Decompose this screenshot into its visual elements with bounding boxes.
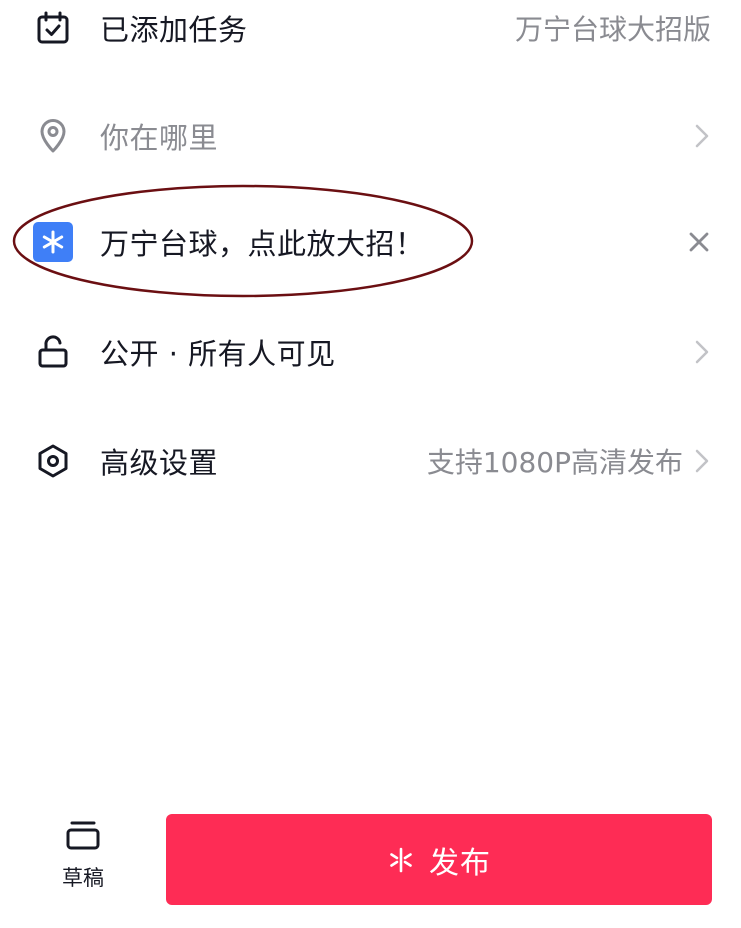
chevron-right-icon xyxy=(695,449,709,473)
promo-label: 万宁台球，点此放大招！ xyxy=(100,227,425,261)
draft-label: 草稿 xyxy=(62,866,104,890)
draft-button[interactable]: 草稿 xyxy=(48,818,118,904)
promo-close-button[interactable] xyxy=(687,230,711,254)
location-pin-icon xyxy=(33,116,73,156)
advanced-settings-value: 支持1080P高清发布 xyxy=(427,441,711,481)
promo-row[interactable]: 万宁台球，点此放大招！ xyxy=(0,194,741,290)
advanced-settings-row[interactable]: 高级设置 支持1080P高清发布 xyxy=(0,413,741,509)
promo-badge xyxy=(33,222,73,262)
sparkle-icon xyxy=(33,222,73,262)
privacy-arrow xyxy=(693,337,711,367)
advanced-settings-label: 高级设置 xyxy=(100,446,219,480)
unlock-icon xyxy=(33,332,73,372)
location-row[interactable]: 你在哪里 xyxy=(0,88,741,184)
calendar-check-icon xyxy=(33,8,73,48)
publish-settings-page: 已添加任务 万宁台球大招版 你在哪里 万宁台球，点此放大招！ 公开 · 所有人可… xyxy=(0,0,741,928)
task-name: 万宁台球大招版 xyxy=(514,13,711,46)
task-label: 已添加任务 xyxy=(100,13,248,47)
privacy-row[interactable]: 公开 · 所有人可见 xyxy=(0,304,741,400)
drafts-tray-icon xyxy=(66,821,100,850)
location-label: 你在哪里 xyxy=(100,121,219,155)
chevron-right-icon xyxy=(695,340,709,364)
chevron-right-icon xyxy=(695,124,709,148)
task-row[interactable]: 已添加任务 万宁台球大招版 xyxy=(0,0,741,76)
publish-label: 发布 xyxy=(429,846,491,880)
publish-button[interactable]: 发布 xyxy=(166,814,712,905)
sparkle-icon xyxy=(390,847,412,872)
task-value: 万宁台球大招版 xyxy=(515,8,711,48)
location-arrow xyxy=(693,121,711,151)
privacy-label: 公开 · 所有人可见 xyxy=(100,337,336,371)
bottom-action-bar: 草稿 发布 xyxy=(0,808,741,908)
settings-hexagon-icon xyxy=(33,441,73,481)
close-icon[interactable] xyxy=(687,230,711,254)
hd-support-text: 支持1080P高清发布 xyxy=(426,446,683,479)
